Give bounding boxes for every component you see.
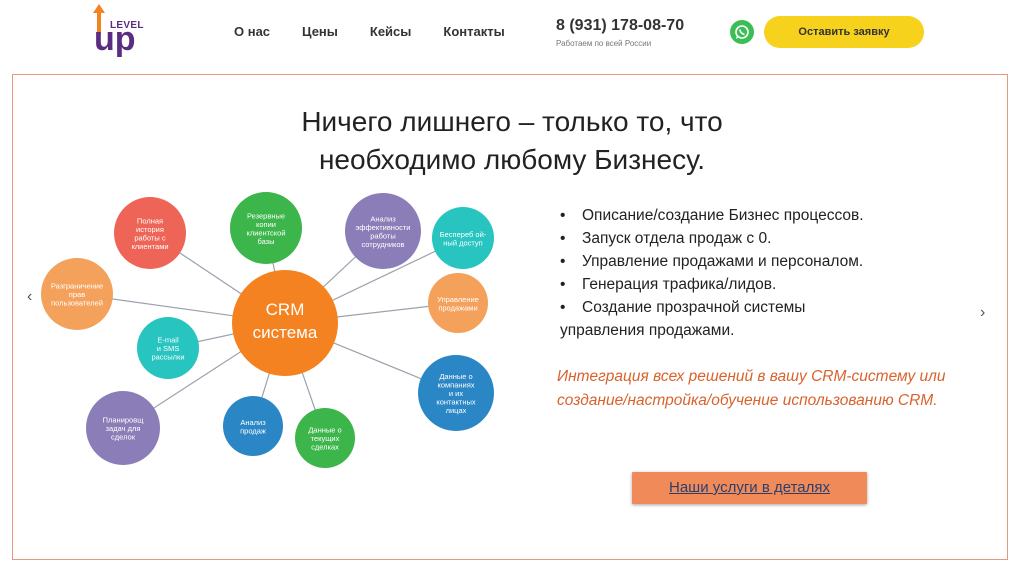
diagram-node: Анализпродаж (223, 396, 283, 456)
diagram-node-label: сделок (111, 433, 136, 442)
services-bullet-list: • Описание/создание Бизнес процессов. • За… (560, 204, 980, 342)
phone-number[interactable]: 8 (931) 178-08-70 (556, 17, 684, 35)
crm-center-node: CRM система (232, 270, 338, 376)
diagram-node-label: рассылки (151, 353, 184, 362)
diagram-node-label: сотрудников (361, 240, 404, 249)
diagram-node: E-mailи SMSрассылки (137, 317, 199, 379)
nav-link-prices[interactable]: Цены (302, 24, 338, 39)
diagram-node: Беспереб ой-ный доступ (432, 207, 494, 269)
diagram-node: Анализэффективностиработысотрудников (345, 193, 421, 269)
bullet-marker: • (560, 230, 566, 247)
bullet-marker: • (560, 253, 566, 270)
bullet-text: Управление продажами и персоналом. (582, 253, 864, 270)
bullet-marker: • (560, 207, 566, 224)
diagram-node-label: сделках (311, 443, 339, 452)
diagram-node: Управлениепродажами (428, 273, 488, 333)
bullet-item: • Генерация трафика/лидов. (560, 273, 980, 296)
bullet-text: Запуск отдела продаж с 0. (582, 230, 772, 247)
diagram-node: Данные окомпанияхи ихконтактныхлицах (418, 355, 494, 431)
diagram-node-label: продажами (438, 303, 477, 312)
services-details-button[interactable]: Наши услуги в деталях (632, 472, 867, 504)
slide-title: Ничего лишнего – только то, что необходи… (0, 103, 1024, 179)
bullet-item: • Создание прозрачной системы (560, 296, 980, 319)
nav-link-about[interactable]: О нас (234, 24, 270, 39)
bullet-item: • Запуск отдела продаж с 0. (560, 227, 980, 250)
nav-link-cases[interactable]: Кейсы (370, 24, 412, 39)
diagram-node-label: клиентами (131, 242, 168, 251)
crm-center-line-1: CRM (266, 300, 305, 319)
site-header: LEVEL up О нас Цены Кейсы Контакты 8 (93… (0, 0, 1024, 66)
bullet-marker: • (560, 276, 566, 293)
phone-subtitle: Работаем по всей России (556, 39, 652, 48)
slide-title-line-2: необходимо любому Бизнесу. (318, 144, 706, 175)
diagram-node: Разграничениеправпользователей (41, 258, 113, 330)
diagram-node: Резервныекопииклиентскойбазы (230, 192, 302, 264)
diagram-node-label: пользователей (51, 299, 103, 308)
bullet-item: • Управление продажами и персоналом. (560, 250, 980, 273)
nav-link-contacts[interactable]: Контакты (443, 24, 504, 39)
main-nav: О нас Цены Кейсы Контакты (234, 24, 537, 39)
whatsapp-icon (735, 25, 749, 39)
diagram-node-label: базы (257, 237, 274, 246)
bullet-text: Описание/создание Бизнес процессов. (582, 207, 864, 224)
crm-diagram: Полнаяисторияработы склиентами Резервныек… (41, 192, 494, 468)
diagram-node-label: продаж (240, 426, 266, 435)
bullet-text: Генерация трафика/лидов. (582, 276, 777, 293)
logo-up-text: up (94, 20, 136, 58)
whatsapp-button[interactable] (730, 20, 754, 44)
slide-title-line-1: Ничего лишнего – только то, что (301, 106, 723, 137)
integration-note: Интеграция всех решений в вашу CRM-систе… (557, 368, 946, 409)
bullet-marker: • (560, 299, 566, 316)
diagram-node: Планировщзадач длясделок (86, 391, 160, 465)
bullet-item: • Описание/создание Бизнес процессов. (560, 204, 980, 227)
diagram-node: Полнаяисторияработы склиентами (114, 197, 186, 269)
bullet-continuation: управления продажами. (560, 322, 735, 339)
logo[interactable]: LEVEL up (88, 4, 148, 62)
crm-center-line-2: система (253, 323, 318, 342)
leave-request-button[interactable]: Оставить заявку (764, 16, 924, 48)
diagram-node-label: ный доступ (443, 238, 482, 247)
diagram-node: Данные отекущихсделках (295, 408, 355, 468)
diagram-node-label: лицах (446, 406, 467, 415)
bullet-text: Создание прозрачной системы (582, 299, 806, 316)
next-slide-arrow-icon[interactable]: › (980, 304, 985, 322)
prev-slide-arrow-icon[interactable]: ‹ (27, 288, 32, 306)
